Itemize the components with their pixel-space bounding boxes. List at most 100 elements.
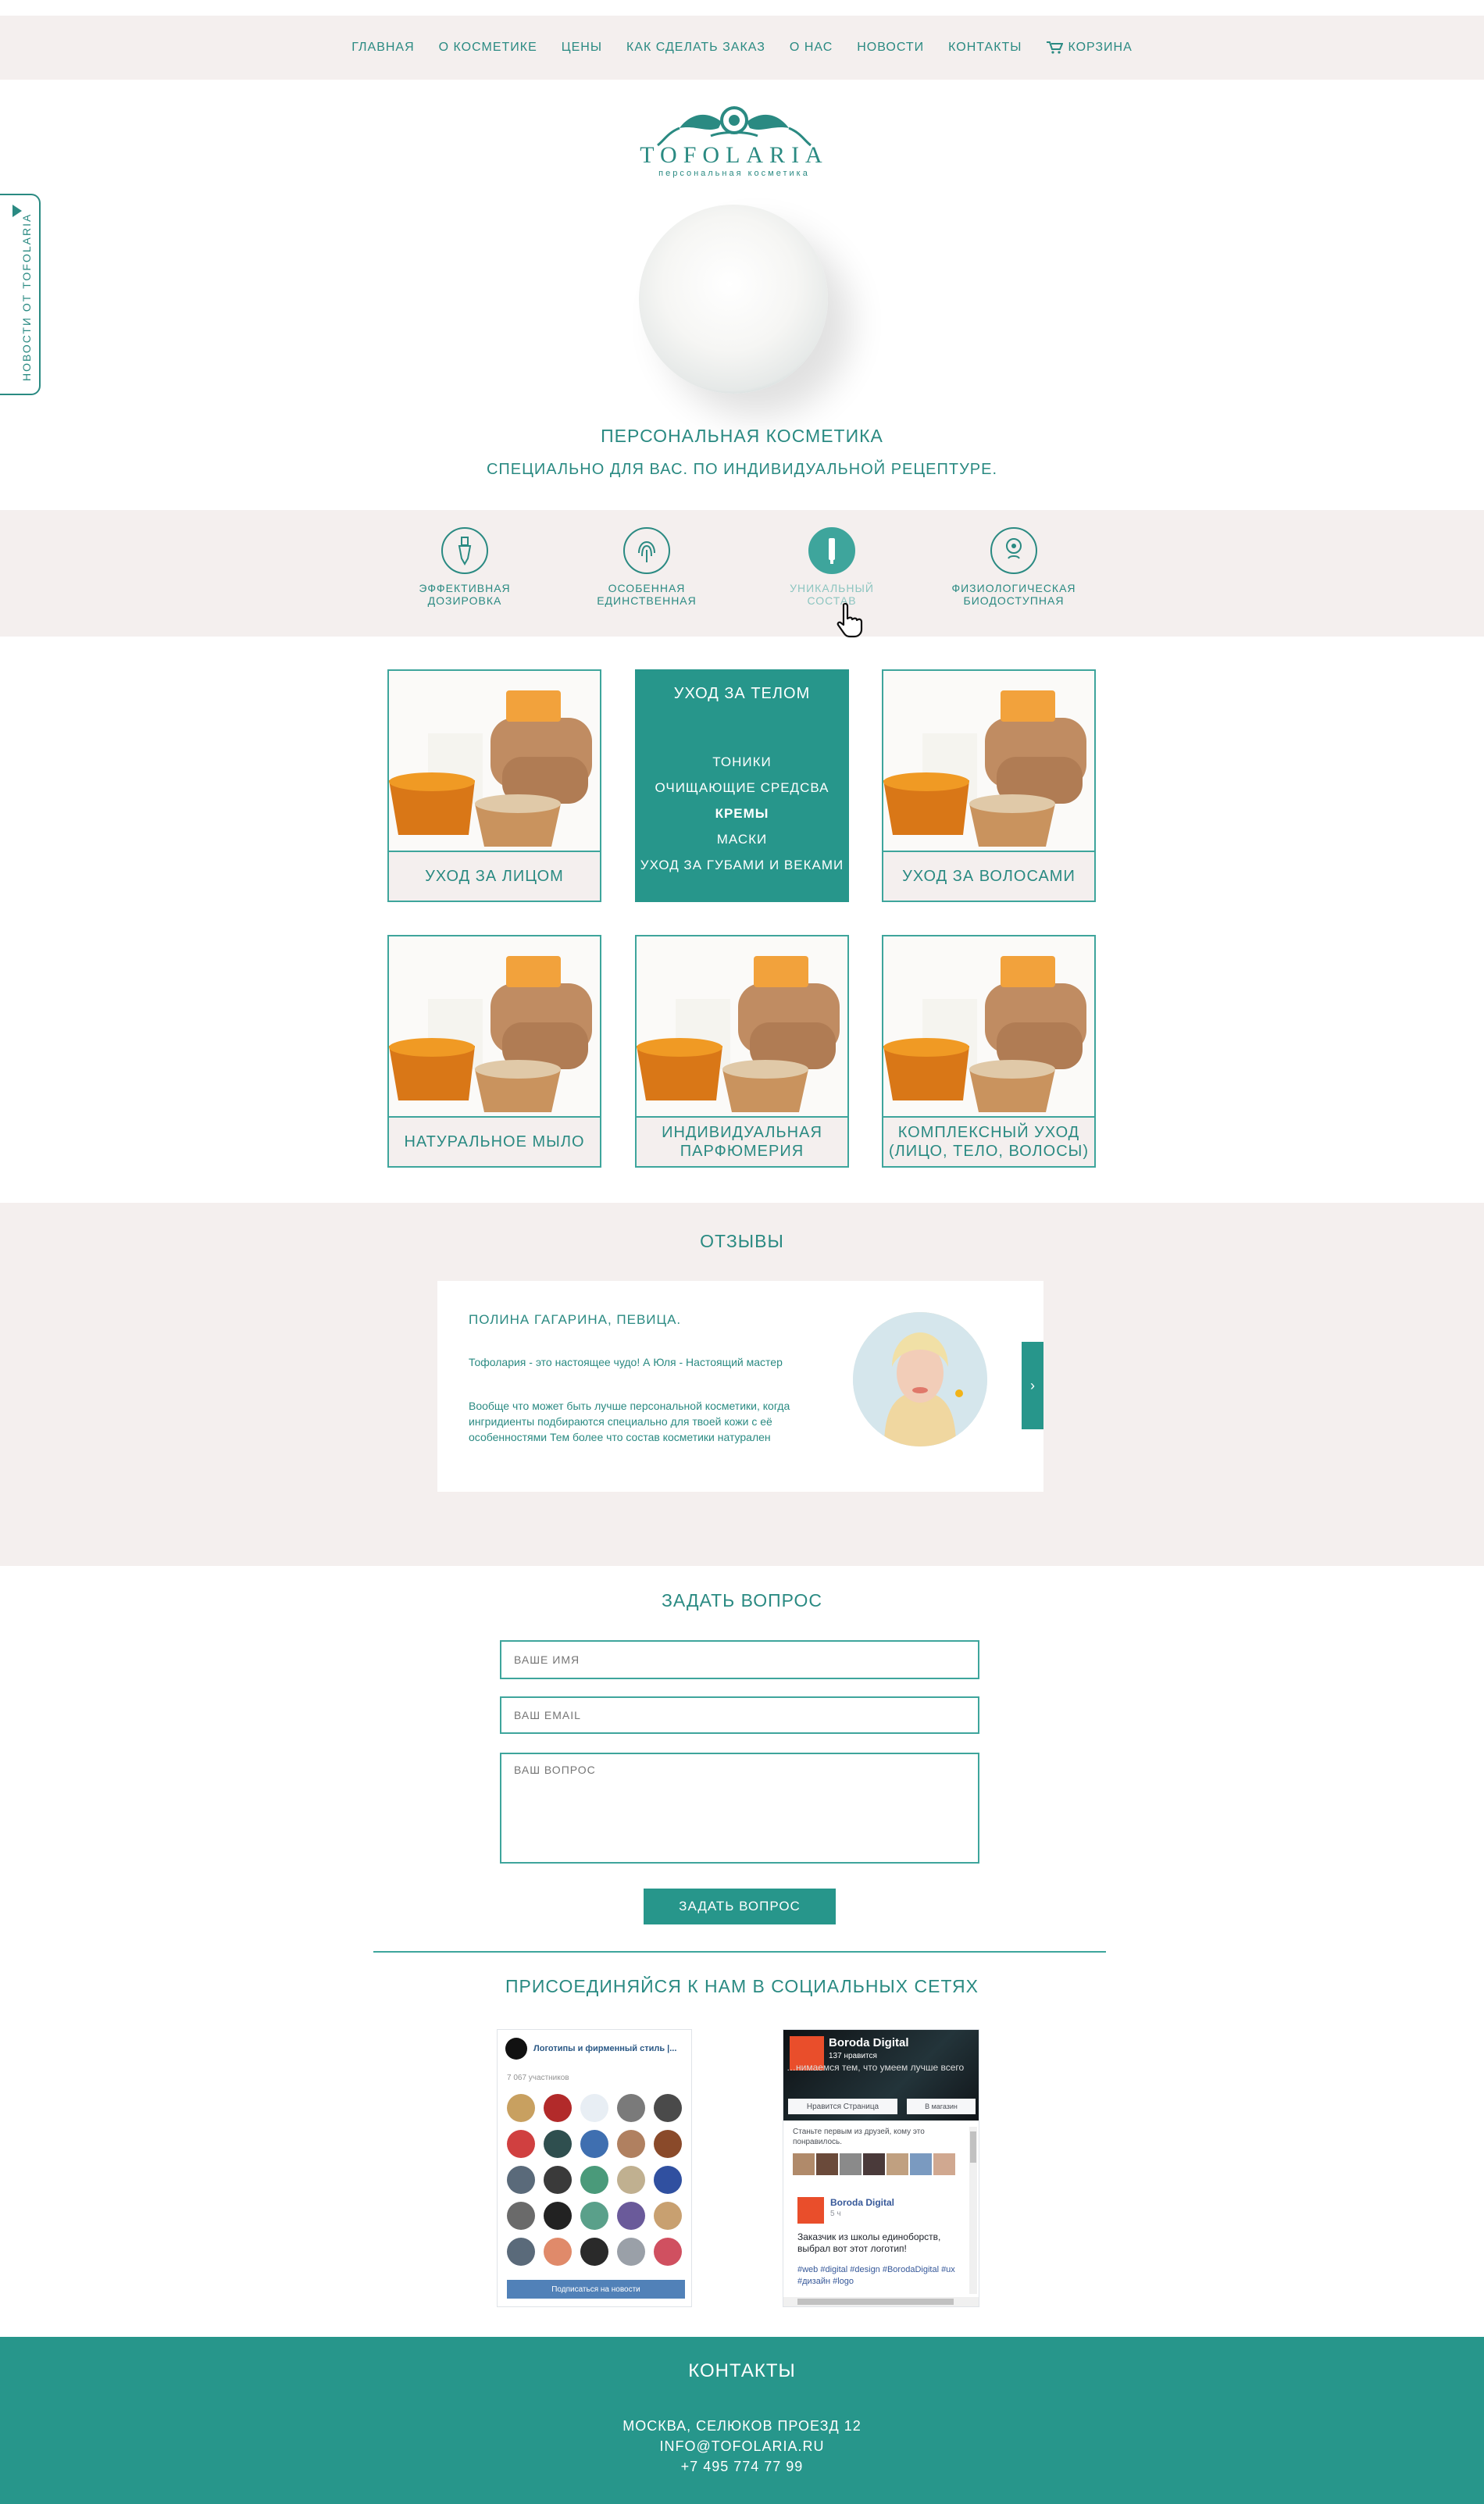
- feature-dosage-line2: ДОЗИРОВКА: [427, 594, 502, 607]
- reviews-next-button[interactable]: ›: [1022, 1342, 1043, 1429]
- vk-group-name[interactable]: Логотипы и фирменный стиль |...: [533, 2044, 676, 2053]
- review-text: Вообще что может быть лучше персональной…: [469, 1400, 790, 1443]
- avatar[interactable]: [654, 2166, 682, 2194]
- fb-friend-faces: [793, 2153, 955, 2175]
- avatar[interactable]: [580, 2130, 608, 2158]
- avatar[interactable]: [544, 2202, 572, 2230]
- footer-address: МОСКВА, СЕЛЮКОВ ПРОЕЗД 12: [622, 2418, 862, 2434]
- question-textarea[interactable]: [500, 1753, 979, 1864]
- product-complex-line1: КОМПЛЕКСНЫЙ УХОД: [897, 1124, 1080, 1141]
- avatar[interactable]: [910, 2153, 932, 2175]
- fb-vertical-scrollbar[interactable]: [969, 2127, 977, 2294]
- avatar[interactable]: [840, 2153, 862, 2175]
- nav-about-us[interactable]: О НАС: [790, 41, 833, 55]
- review-quote: Тофолария - это настоящее чудо! А Юля - …: [469, 1356, 783, 1368]
- nav-home[interactable]: ГЛАВНАЯ: [351, 41, 414, 55]
- nav-about-cosmetics[interactable]: О КОСМЕТИКЕ: [439, 41, 537, 55]
- vk-widget-header[interactable]: Логотипы и фирменный стиль |...: [505, 2038, 676, 2060]
- avatar[interactable]: [580, 2166, 608, 2194]
- avatar[interactable]: [544, 2130, 572, 2158]
- product-card-perfume[interactable]: ИНДИВИДУАЛЬНАЯ ПАРФЮМЕРИЯ: [635, 935, 849, 1168]
- social-title: ПРИСОЕДИНЯЙСЯ К НАМ В СОЦИАЛЬНЫХ СЕТЯХ: [505, 1976, 979, 1996]
- vk-subscribe-button[interactable]: Подписаться на новости: [507, 2280, 685, 2299]
- facebook-widget[interactable]: Boroda Digital 137 нравится …нимаемся те…: [783, 2029, 979, 2307]
- fb-shop-button[interactable]: В магазин: [907, 2099, 976, 2114]
- avatar[interactable]: [793, 2153, 815, 2175]
- feature-bioavailable-line2: БИОДОСТУПНАЯ: [963, 594, 1065, 607]
- avatar[interactable]: [507, 2094, 535, 2122]
- body-menu-cleansers[interactable]: ОЧИЩАЮЩИЕ СРЕДСВА: [637, 775, 847, 801]
- avatar[interactable]: [507, 2166, 535, 2194]
- body-menu-lips-eyelids[interactable]: УХОД ЗА ГУБАМИ И ВЕКАМИ: [637, 852, 847, 878]
- nav-prices[interactable]: ЦЕНЫ: [562, 41, 602, 55]
- fb-page-cover[interactable]: Boroda Digital 137 нравится …нимаемся те…: [783, 2030, 979, 2121]
- fb-like-button[interactable]: Нравится Страница: [788, 2099, 897, 2114]
- spa-product-image: [883, 936, 1094, 1116]
- vk-widget[interactable]: Логотипы и фирменный стиль |... 7 067 уч…: [497, 2029, 692, 2307]
- product-card-complex[interactable]: КОМПЛЕКСНЫЙ УХОД (ЛИЦО, ТЕЛО, ВОЛОСЫ): [882, 935, 1096, 1168]
- avatar[interactable]: [617, 2238, 645, 2266]
- body-menu-tonics[interactable]: ТОНИКИ: [637, 749, 847, 775]
- product-complex-line2: (ЛИЦО, ТЕЛО, ВОЛОСЫ): [888, 1143, 1090, 1160]
- name-input[interactable]: [500, 1640, 979, 1679]
- site-logo[interactable]: TOFOLARIA персональная косметика: [633, 102, 836, 180]
- footer-email[interactable]: INFO@TOFOLARIA.RU: [0, 2438, 1484, 2455]
- ask-question-submit-button[interactable]: ЗАДАТЬ ВОПРОС: [644, 1889, 836, 1924]
- body-menu-creams[interactable]: КРЕМЫ: [637, 801, 847, 826]
- avatar[interactable]: [816, 2153, 838, 2175]
- avatar[interactable]: [654, 2130, 682, 2158]
- avatar[interactable]: [580, 2202, 608, 2230]
- product-card-hair[interactable]: УХОД ЗА ВОЛОСАМИ: [882, 669, 1096, 902]
- body-menu-masks[interactable]: МАСКИ: [637, 826, 847, 852]
- avatar[interactable]: [617, 2130, 645, 2158]
- footer-title: КОНТАКТЫ: [688, 2360, 796, 2381]
- feature-bioavailable[interactable]: ФИЗИОЛОГИЧЕСКАЯ БИОДОСТУПНАЯ: [936, 527, 1092, 607]
- nav-news[interactable]: НОВОСТИ: [857, 41, 924, 55]
- fb-horizontal-scrollbar[interactable]: [783, 2297, 979, 2306]
- avatar[interactable]: [617, 2202, 645, 2230]
- news-side-tab[interactable]: НОВОСТИ ОТ TOFOLARIA: [0, 194, 41, 395]
- avatar[interactable]: [654, 2202, 682, 2230]
- product-card-soap[interactable]: НАТУРАЛЬНОЕ МЫЛО: [387, 935, 601, 1168]
- fb-post-hashtags[interactable]: #web #digital #design #BorodaDigital #ux…: [797, 2264, 961, 2288]
- fb-page-likes: 137 нравится: [829, 2052, 877, 2060]
- avatar[interactable]: [544, 2238, 572, 2266]
- feature-unique[interactable]: ОСОБЕННАЯ ЕДИНСТВЕННАЯ: [569, 527, 725, 607]
- fb-friends-prompt: Станьте первым из друзей, кому это понра…: [793, 2128, 925, 2146]
- avatar[interactable]: [617, 2094, 645, 2122]
- fb-post-author[interactable]: Boroda Digital: [830, 2197, 894, 2208]
- tube-icon: [808, 527, 855, 574]
- avatar[interactable]: [507, 2130, 535, 2158]
- nav-how-to-order[interactable]: КАК СДЕЛАТЬ ЗАКАЗ: [626, 41, 765, 55]
- avatar[interactable]: [507, 2238, 535, 2266]
- feature-unique-line1: ОСОБЕННАЯ: [608, 582, 686, 594]
- feature-composition[interactable]: УНИКАЛЬНЫЙ СОСТАВ: [754, 527, 910, 607]
- fb-post-time: 5 ч: [830, 2210, 841, 2218]
- avatar[interactable]: [544, 2166, 572, 2194]
- avatar[interactable]: [886, 2153, 908, 2175]
- feature-bioavailable-line1: ФИЗИОЛОГИЧЕСКАЯ: [951, 582, 1076, 594]
- avatar[interactable]: [580, 2238, 608, 2266]
- avatar[interactable]: [654, 2094, 682, 2122]
- avatar[interactable]: [933, 2153, 955, 2175]
- vk-group-avatar: [505, 2038, 527, 2060]
- spa-product-image: [389, 936, 600, 1116]
- avatar[interactable]: [863, 2153, 885, 2175]
- avatar[interactable]: [544, 2094, 572, 2122]
- vk-member-avatars: [507, 2094, 685, 2266]
- nav-contacts[interactable]: КОНТАКТЫ: [948, 41, 1022, 55]
- product-card-face[interactable]: УХОД ЗА ЛИЦОМ: [387, 669, 601, 902]
- fb-page-name[interactable]: Boroda Digital: [829, 2036, 909, 2049]
- avatar[interactable]: [580, 2094, 608, 2122]
- email-input[interactable]: [500, 1696, 979, 1734]
- avatar[interactable]: [507, 2202, 535, 2230]
- avatar[interactable]: [654, 2238, 682, 2266]
- avatar[interactable]: [617, 2166, 645, 2194]
- feature-dosage[interactable]: ЭФФЕКТИВНАЯ ДОЗИРОВКА: [387, 527, 543, 607]
- nav-cart[interactable]: КОРЗИНА: [1046, 41, 1132, 55]
- footer-phone[interactable]: +7 495 774 77 99: [0, 2459, 1484, 2475]
- product-perfume-line1: ИНДИВИДУАЛЬНАЯ: [662, 1124, 822, 1141]
- feature-composition-line1: УНИКАЛЬНЫЙ: [790, 582, 874, 594]
- product-card-body[interactable]: УХОД ЗА ТЕЛОМ ТОНИКИ ОЧИЩАЮЩИЕ СРЕДСВА К…: [635, 669, 849, 902]
- cart-label: КОРЗИНА: [1068, 41, 1133, 54]
